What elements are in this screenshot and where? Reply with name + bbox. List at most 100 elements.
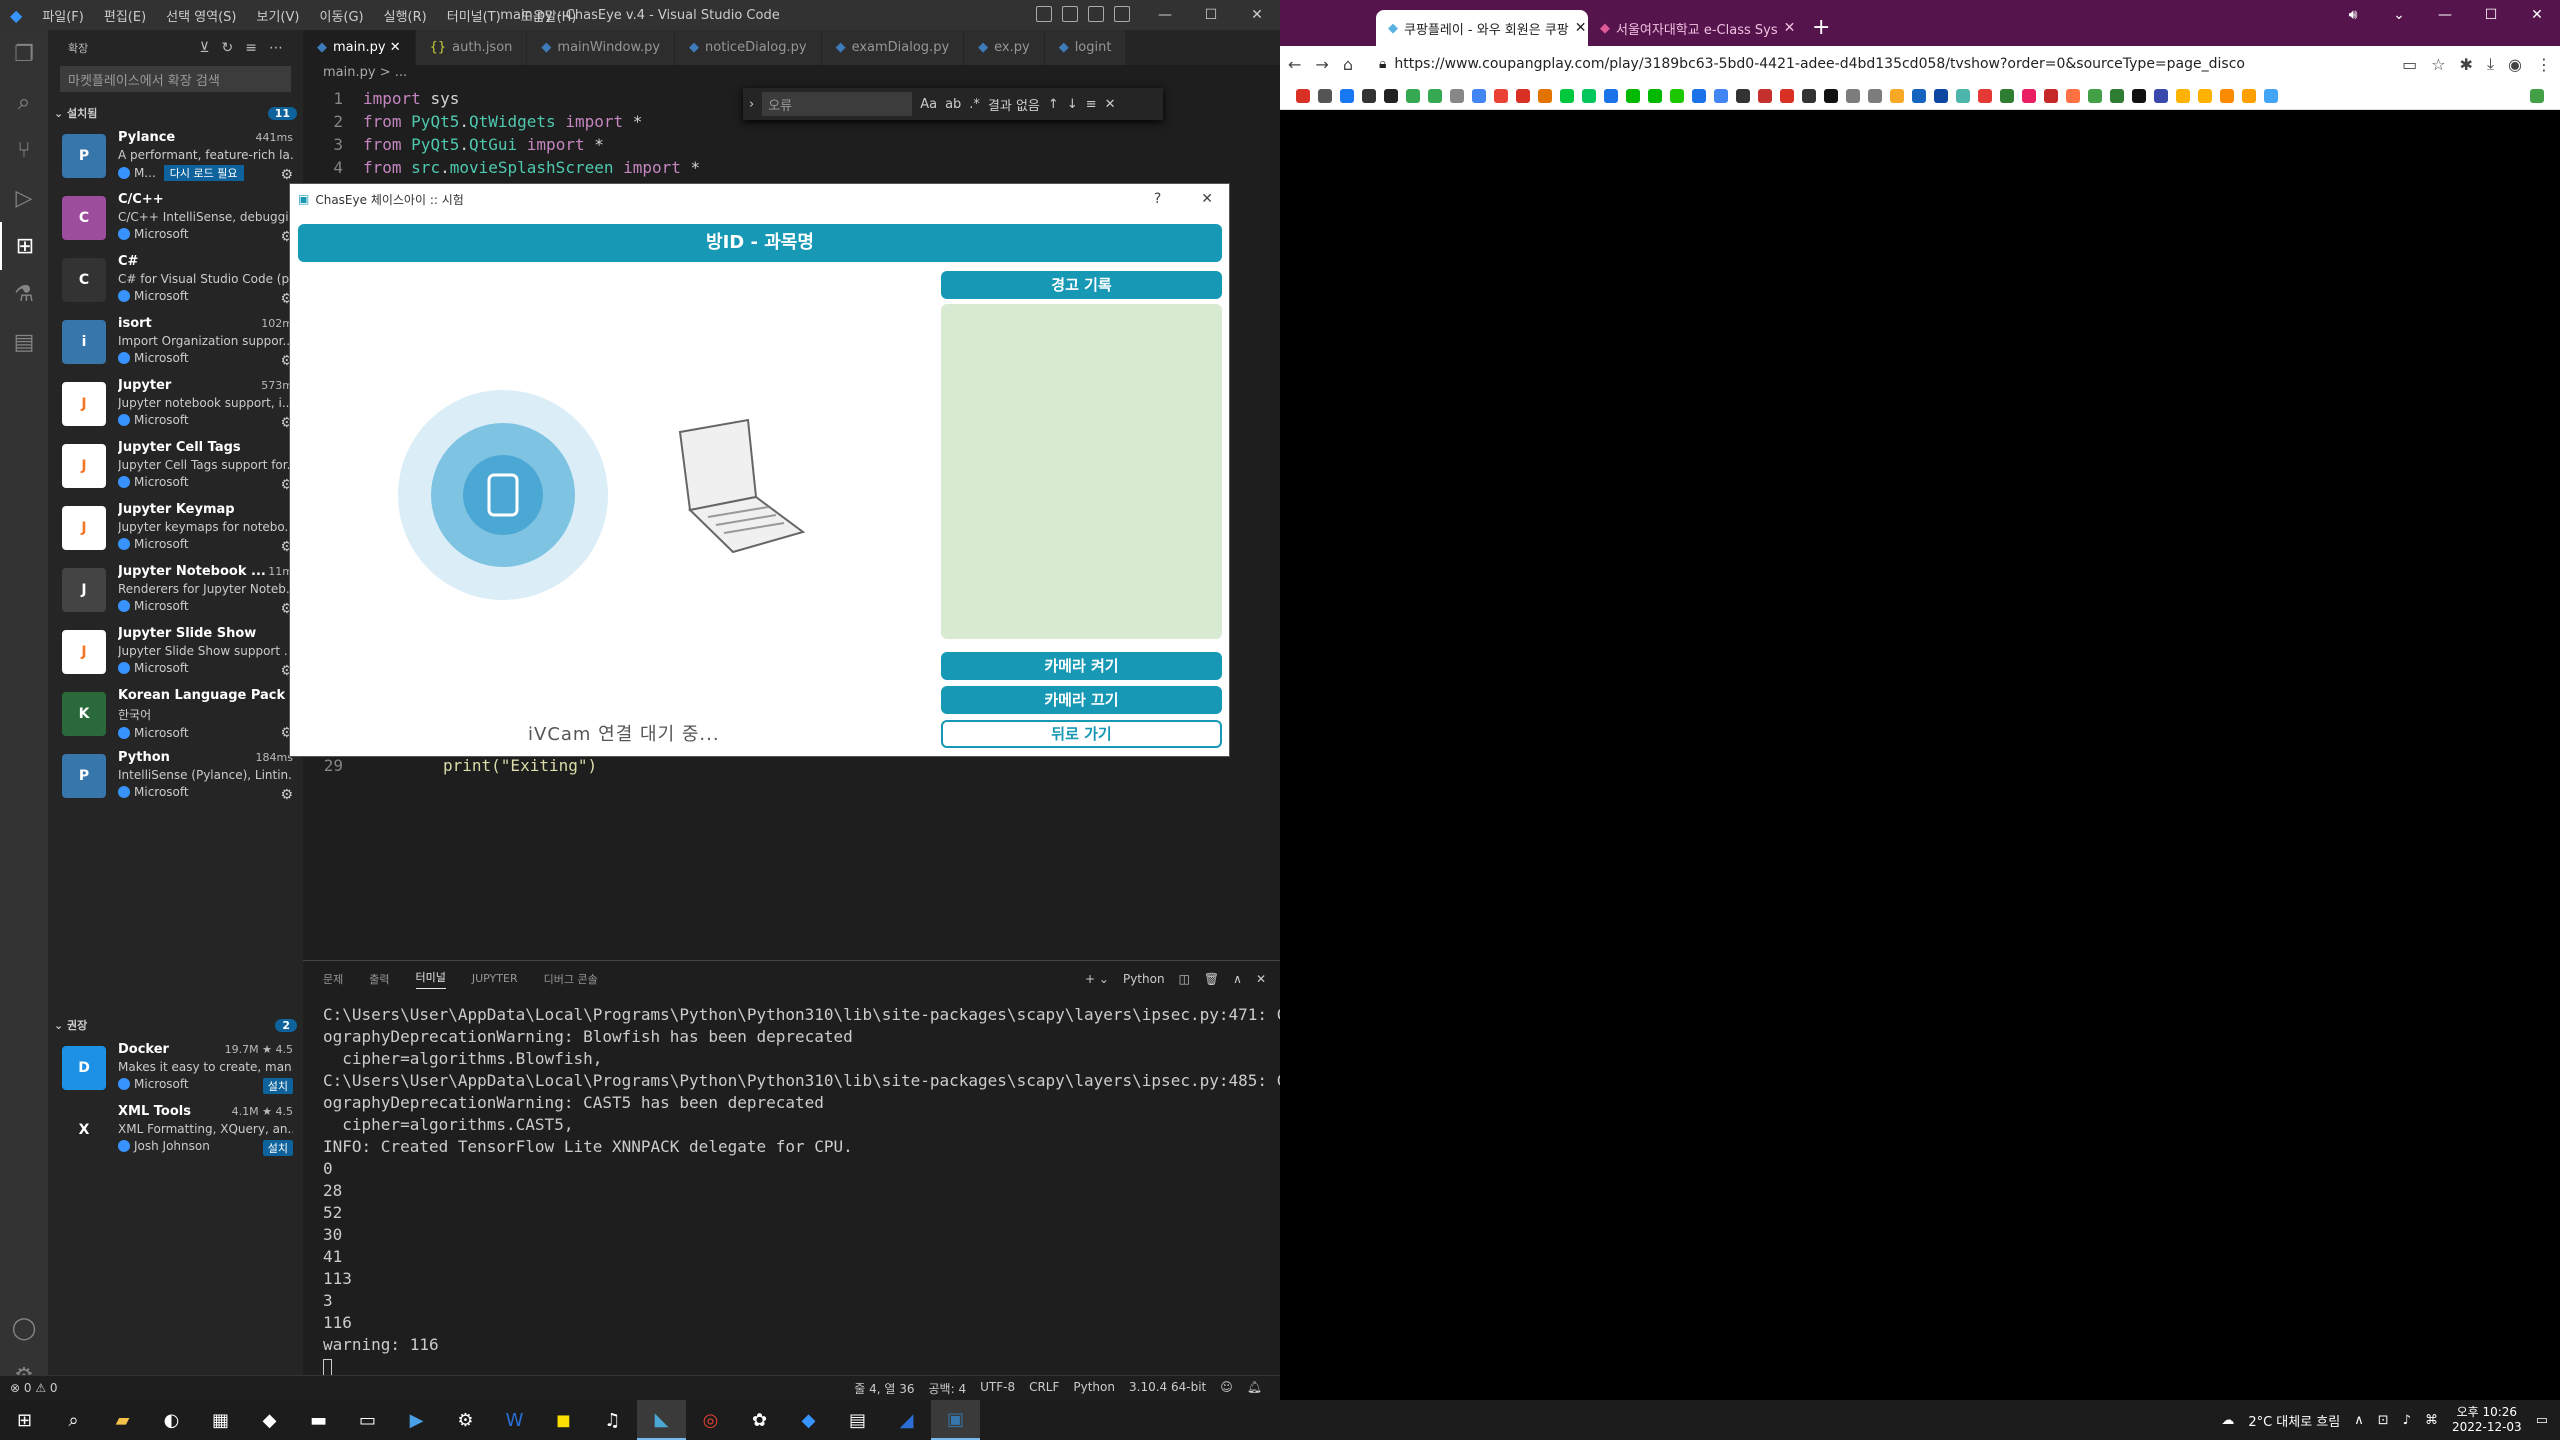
menu-item[interactable]: 파일(F): [32, 6, 94, 25]
help-icon[interactable]: ?: [1154, 191, 1161, 207]
terminal-shell-label[interactable]: Python: [1123, 972, 1165, 986]
app-icon-2[interactable]: ◐: [147, 1400, 196, 1440]
chaseye-app-icon[interactable]: ◣: [637, 1400, 686, 1440]
bookmark-favicon-icon[interactable]: [1428, 88, 1442, 103]
camera-off-button[interactable]: 카메라 끄기: [941, 686, 1222, 714]
extension-item[interactable]: J Jupyter Keymap Jupyter keymaps for noteb…: [48, 496, 303, 558]
warning-log-button[interactable]: 경고 기록: [941, 271, 1222, 299]
accounts-icon[interactable]: ◯: [0, 1304, 48, 1352]
warning-log-area[interactable]: [941, 304, 1222, 639]
bookmark-favicon-icon[interactable]: [1736, 88, 1750, 103]
bookmark-favicon-icon[interactable]: [2220, 88, 2234, 103]
new-terminal-icon[interactable]: + ⌄: [1085, 972, 1109, 986]
extension-item[interactable]: C C# C# for Visual Studio Code (p... Micros…: [48, 248, 303, 310]
network-icon[interactable]: ⌘: [2425, 1413, 2438, 1428]
editor-tab[interactable]: ◆ ex.py: [964, 30, 1045, 65]
explorer-icon[interactable]: ❐: [0, 30, 48, 78]
chrome-menu-icon[interactable]: ⋮: [2536, 55, 2552, 74]
tab-search-icon[interactable]: ⌄: [2376, 0, 2422, 30]
toggle-sidebar-icon[interactable]: [1036, 6, 1052, 22]
bookmark-star-icon[interactable]: ☆: [2431, 55, 2445, 74]
maximize-panel-icon[interactable]: ∧: [1233, 972, 1242, 986]
more-actions-icon[interactable]: ⋯: [269, 40, 283, 56]
home-icon[interactable]: ⌂: [1343, 55, 1353, 74]
editor-tab[interactable]: ◆ mainWindow.py: [527, 30, 676, 65]
clock[interactable]: 오후 10:26 2022-12-03: [2452, 1405, 2522, 1435]
editor-tab[interactable]: ◆ logint: [1044, 30, 1127, 65]
volume-icon[interactable]: ♪: [2403, 1413, 2411, 1428]
bookmark-favicon-icon[interactable]: [1912, 88, 1926, 103]
bookmark-favicon-icon[interactable]: [1582, 88, 1596, 103]
profile-avatar-icon[interactable]: ◉: [2508, 55, 2522, 74]
find-input[interactable]: 오류: [762, 92, 913, 116]
menu-item[interactable]: 도움말(H): [511, 6, 587, 25]
tab-close-icon[interactable]: ✕: [386, 40, 401, 55]
panel-tab[interactable]: JUPYTER: [472, 972, 518, 985]
extension-item[interactable]: X XML Tools XML Formatting, XQuery, an... J…: [48, 1098, 303, 1160]
bookmark-favicon-icon[interactable]: [1362, 88, 1376, 103]
bookmark-favicon-icon[interactable]: [1648, 88, 1662, 103]
vscode-icon[interactable]: ◆: [784, 1400, 833, 1440]
menu-item[interactable]: 이동(G): [309, 6, 373, 25]
toggle-panel-icon[interactable]: [1062, 6, 1078, 22]
reload-required-badge[interactable]: 다시 로드 필요: [163, 165, 244, 181]
feedback-icon[interactable]: ☺: [1220, 1380, 1233, 1397]
bookmark-favicon-icon[interactable]: [2044, 88, 2058, 103]
bookmark-favicon-icon[interactable]: [1868, 88, 1882, 103]
bookmark-folder-icon[interactable]: [2530, 88, 2544, 103]
download-icon[interactable]: ⤓: [2487, 54, 2494, 74]
new-tab-icon[interactable]: +: [1812, 10, 1830, 46]
bookmark-favicon-icon[interactable]: [2066, 88, 2080, 103]
extension-item[interactable]: J Jupyter Notebook ... Renderers for Jupyt…: [48, 558, 303, 620]
interpreter-version[interactable]: 3.10.4 64-bit: [1129, 1380, 1206, 1397]
editor-tab[interactable]: ◆ main.py ✕: [303, 30, 416, 65]
powershell-icon[interactable]: ▶: [392, 1400, 441, 1440]
refresh-icon[interactable]: ↻: [222, 40, 234, 56]
bookmark-favicon-icon[interactable]: [2000, 88, 2014, 103]
editor-tab[interactable]: ◆ noticeDialog.py: [675, 30, 822, 65]
filter-icon[interactable]: ⊻: [199, 40, 209, 56]
remote-explorer-icon[interactable]: ▤: [0, 318, 48, 366]
app-icon-4[interactable]: ◆: [245, 1400, 294, 1440]
notepad-icon[interactable]: ▤: [833, 1400, 882, 1440]
bookmark-favicon-icon[interactable]: [1692, 88, 1706, 103]
bookmark-favicon-icon[interactable]: [1560, 88, 1574, 103]
bookmark-favicon-icon[interactable]: [2110, 88, 2124, 103]
code-line[interactable]: 3 from PyQt5. QtGui import *: [303, 133, 1173, 156]
browser-tab[interactable]: ◆ 서울여자대학교 e-Class Sys ✕: [1588, 10, 1800, 46]
word-icon[interactable]: W: [490, 1400, 539, 1440]
close-panel-icon[interactable]: ✕: [1256, 972, 1266, 986]
split-terminal-icon[interactable]: ◫: [1179, 972, 1190, 986]
bookmark-favicon-icon[interactable]: [1890, 88, 1904, 103]
install-button[interactable]: 설치: [262, 1078, 293, 1094]
extensions-puzzle-icon[interactable]: ✱: [2460, 55, 2473, 74]
close-icon[interactable]: ✕: [1234, 0, 1280, 30]
ime-icon[interactable]: ⊡: [2378, 1413, 2389, 1428]
bookmark-favicon-icon[interactable]: [2088, 88, 2102, 103]
terminal-output[interactable]: C:\Users\User\AppData\Local\Programs\Pyt…: [303, 996, 1325, 1386]
browser-tab-close-icon[interactable]: ✕: [1784, 20, 1796, 36]
dialog-close-icon[interactable]: ✕: [1201, 191, 1213, 207]
bookmark-favicon-icon[interactable]: [1472, 88, 1486, 103]
bookmark-favicon-icon[interactable]: [1406, 88, 1420, 103]
python-app-icon[interactable]: ▣: [931, 1400, 980, 1440]
weather-text[interactable]: 2°C 대체로 흐림: [2248, 1411, 2340, 1430]
install-button[interactable]: 설치: [262, 1140, 293, 1156]
app-icon-15[interactable]: ✿: [735, 1400, 784, 1440]
app-icon-18[interactable]: ◢: [882, 1400, 931, 1440]
code-line-29[interactable]: 29 print("Exiting"): [303, 756, 597, 775]
calculator-icon[interactable]: ▦: [196, 1400, 245, 1440]
bookmark-favicon-icon[interactable]: [1296, 88, 1310, 103]
source-control-icon[interactable]: ⑂: [0, 126, 48, 174]
bookmark-favicon-icon[interactable]: [1714, 88, 1728, 103]
extension-item[interactable]: C C/C++ C/C++ IntelliSense, debuggi... Micr…: [48, 186, 303, 248]
bookmark-favicon-icon[interactable]: [2176, 88, 2190, 103]
extension-gear-icon[interactable]: ⚙: [280, 787, 293, 803]
media-icon[interactable]: 🔊︎: [2330, 0, 2376, 30]
chrome-maximize-icon[interactable]: ☐: [2468, 0, 2514, 30]
kakaotalk-icon[interactable]: ◼: [539, 1400, 588, 1440]
close-find-icon[interactable]: ✕: [1105, 97, 1116, 112]
previous-match-icon[interactable]: ↑: [1048, 97, 1059, 112]
chrome-close-icon[interactable]: ✕: [2514, 0, 2560, 30]
menu-item[interactable]: 선택 영역(S): [156, 6, 246, 25]
